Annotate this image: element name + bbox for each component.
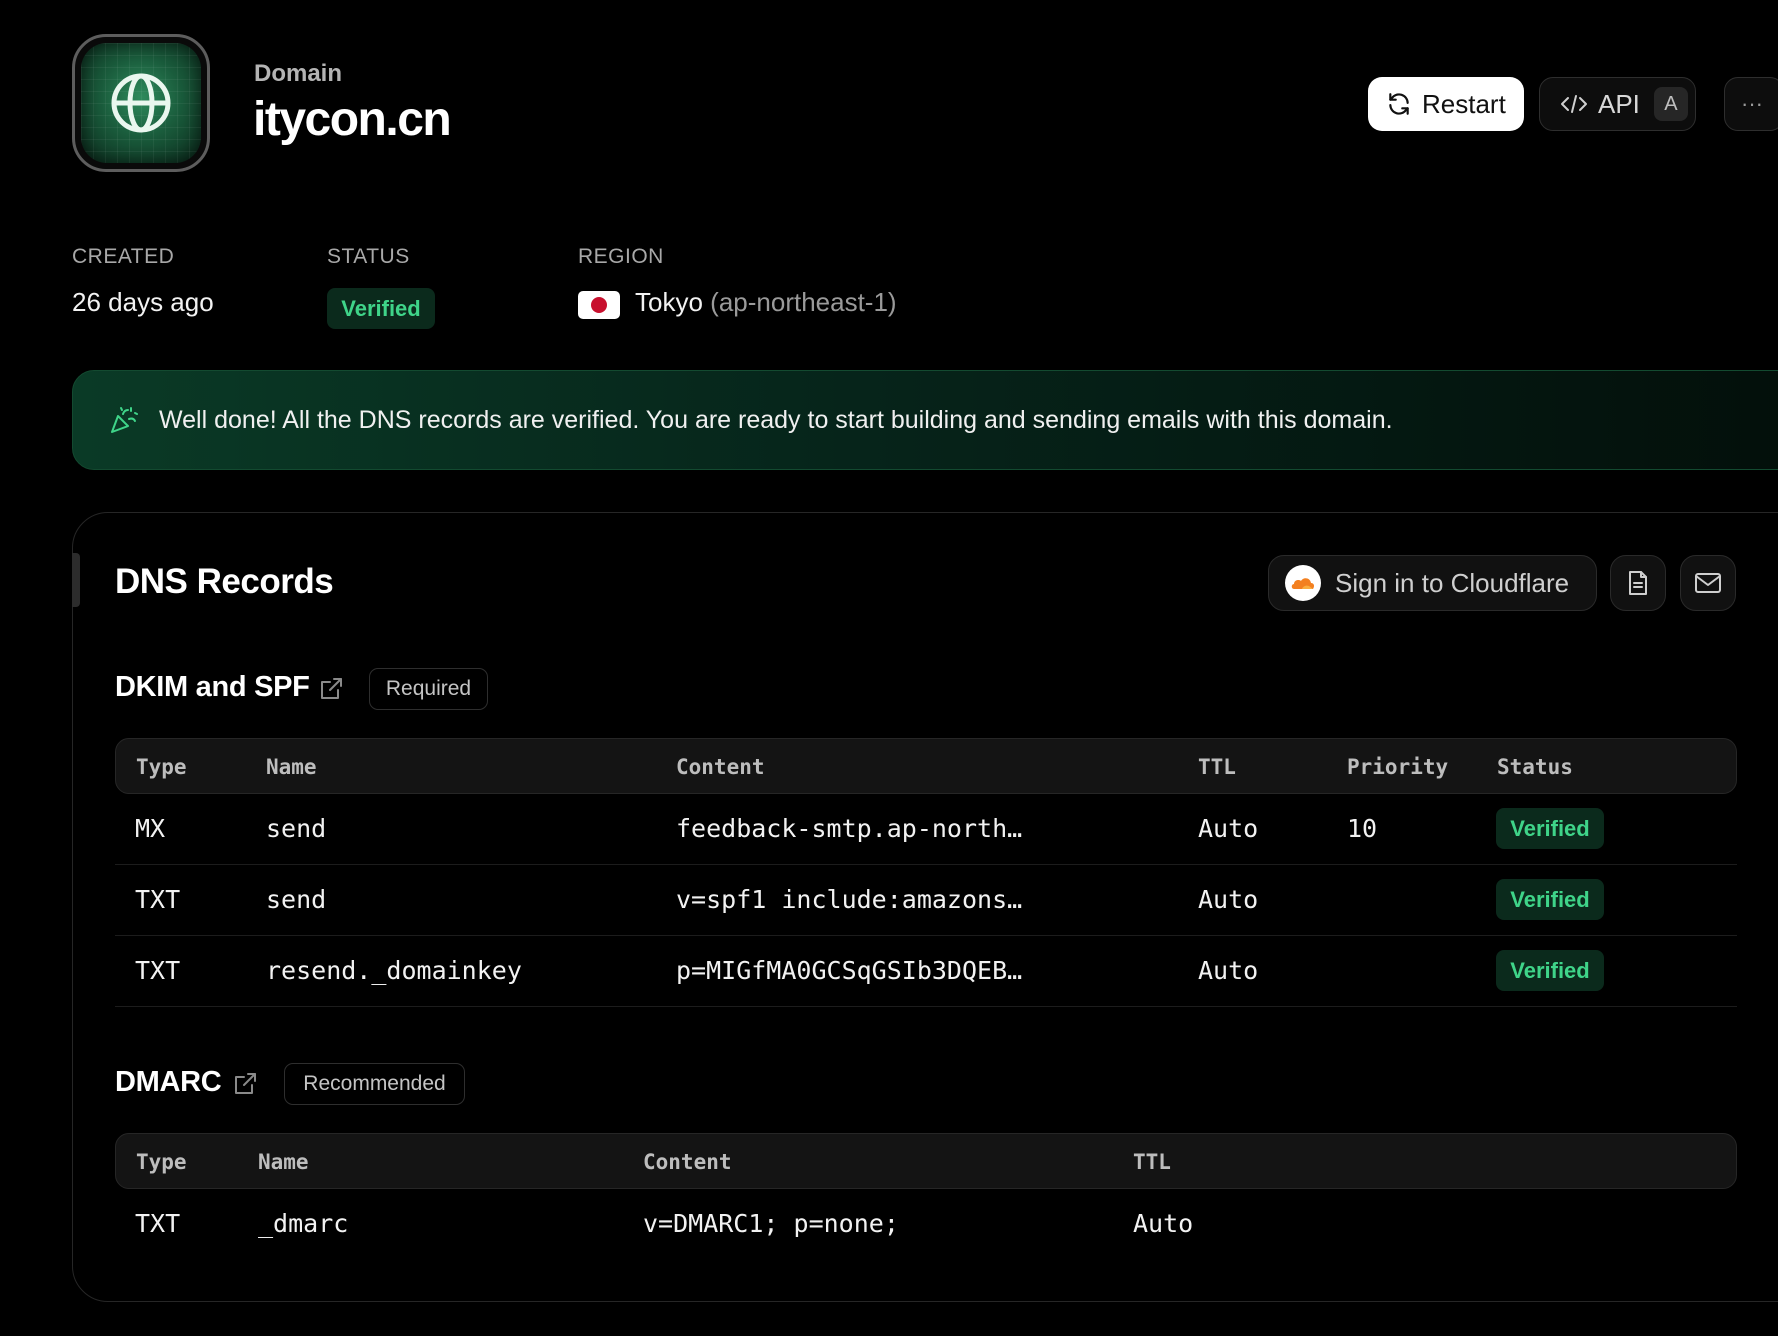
region-value: Tokyo (ap-northeast-1)	[635, 287, 897, 318]
code-icon	[1561, 95, 1587, 113]
dmarc-table-header: Type Name Content TTL	[115, 1133, 1737, 1189]
record-ttl: Auto	[1198, 956, 1259, 985]
sign-in-cloudflare-button[interactable]: Sign in to Cloudflare	[1268, 555, 1597, 611]
column-header-ttl: TTL	[1133, 1150, 1171, 1174]
dmarc-title: DMARC	[115, 1066, 222, 1098]
record-content[interactable]: v=DMARC1; p=none;	[643, 1209, 899, 1238]
cloudflare-icon	[1285, 565, 1321, 601]
record-type: TXT	[135, 1209, 181, 1238]
region-code: (ap-northeast-1)	[710, 287, 897, 317]
record-type: MX	[135, 814, 166, 843]
domain-detail-page: Domain itycon.cn Restart API A ··· CREAT…	[0, 0, 1778, 1336]
record-priority: 10	[1347, 814, 1378, 843]
globe-icon	[111, 73, 171, 133]
document-button[interactable]	[1610, 555, 1666, 611]
dkim-table-header: Type Name Content TTL Priority Status	[115, 738, 1737, 794]
table-row[interactable]: TXT resend._domainkey p=MIGfMA0GCSqGSIb3…	[115, 936, 1737, 1007]
status-badge: Verified	[327, 288, 435, 329]
table-row[interactable]: MX send feedback-smtp.ap-north… Auto 10 …	[115, 794, 1737, 865]
party-popper-icon	[109, 405, 139, 435]
api-button-label: API	[1598, 88, 1640, 119]
status-badge: Verified	[1496, 879, 1604, 920]
domain-logo	[72, 34, 210, 172]
cloudflare-button-label: Sign in to Cloudflare	[1335, 567, 1570, 598]
status-badge: Verified	[1496, 808, 1604, 849]
record-ttl: Auto	[1198, 885, 1259, 914]
column-header-type: Type	[136, 755, 187, 779]
record-type: TXT	[135, 956, 181, 985]
refresh-icon	[1389, 93, 1409, 115]
more-button[interactable]: ···	[1724, 77, 1778, 131]
record-name: _dmarc	[258, 1209, 349, 1238]
japan-flag-icon	[578, 291, 620, 319]
record-ttl: Auto	[1133, 1209, 1194, 1238]
document-icon	[1629, 571, 1647, 595]
column-header-content: Content	[676, 755, 765, 779]
created-value: 26 days ago	[72, 287, 214, 317]
record-content[interactable]: feedback-smtp.ap-north…	[676, 814, 1022, 843]
record-name: send	[266, 814, 327, 843]
card-accent	[72, 553, 80, 607]
column-header-content: Content	[643, 1150, 732, 1174]
column-header-type: Type	[136, 1150, 187, 1174]
external-link-icon[interactable]	[232, 1071, 258, 1097]
table-row[interactable]: TXT _dmarc v=DMARC1; p=none; Auto	[115, 1189, 1737, 1260]
record-name: resend._domainkey	[266, 956, 522, 985]
record-content[interactable]: v=spf1 include:amazons…	[676, 885, 1022, 914]
page-eyebrow: Domain	[254, 60, 343, 87]
page-title: itycon.cn	[253, 93, 452, 146]
created-label: CREATED	[72, 245, 175, 268]
required-tag: Required	[369, 668, 488, 710]
more-icon: ···	[1741, 91, 1763, 116]
record-content[interactable]: p=MIGfMA0GCSqGSIb3DQEB…	[676, 956, 1022, 985]
dns-records-title: DNS Records	[115, 562, 334, 601]
mail-icon	[1695, 573, 1721, 593]
table-row[interactable]: TXT send v=spf1 include:amazons… Auto Ve…	[115, 865, 1737, 936]
api-button[interactable]: API A	[1539, 77, 1696, 131]
external-link-icon[interactable]	[318, 676, 344, 702]
status-badge: Verified	[1496, 950, 1604, 991]
record-ttl: Auto	[1198, 814, 1259, 843]
column-header-name: Name	[266, 755, 317, 779]
api-shortcut-key: A	[1653, 87, 1688, 121]
recommended-tag: Recommended	[284, 1063, 465, 1105]
success-banner: Well done! All the DNS records are verif…	[72, 370, 1778, 470]
restart-button[interactable]: Restart	[1368, 77, 1524, 131]
record-name: send	[266, 885, 327, 914]
column-header-status: Status	[1497, 755, 1573, 779]
status-label: STATUS	[327, 245, 410, 268]
column-header-ttl: TTL	[1198, 755, 1236, 779]
column-header-priority: Priority	[1347, 755, 1449, 779]
record-type: TXT	[135, 885, 181, 914]
region-label: REGION	[578, 245, 664, 268]
dkim-spf-title: DKIM and SPF	[115, 671, 310, 703]
email-button[interactable]	[1680, 555, 1736, 611]
column-header-name: Name	[258, 1150, 309, 1174]
banner-message: Well done! All the DNS records are verif…	[159, 405, 1393, 434]
region-name: Tokyo	[635, 287, 703, 317]
restart-button-label: Restart	[1422, 88, 1506, 119]
